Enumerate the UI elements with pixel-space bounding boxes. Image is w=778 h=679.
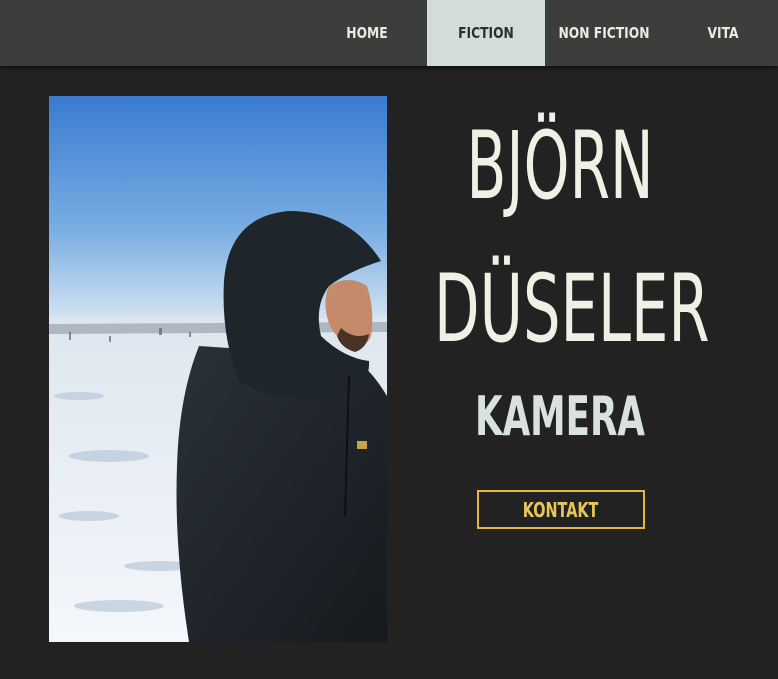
nav-item-home[interactable]: HOME [330,0,404,66]
portrait-photo [49,96,387,642]
nav-item-non-fiction[interactable]: NON FICTION [558,0,650,66]
headline-last-name: DÜSELER [434,255,710,364]
headline-first-name: BJÖRN [466,112,654,221]
contact-button[interactable]: KONTAKT [477,490,645,529]
portrait-illustration [49,96,387,642]
top-navigation-bar: HOME FICTION NON FICTION VITA [0,0,778,66]
contact-button-label: KONTAKT [523,497,599,522]
role-subtitle: KAMERA [474,385,646,448]
nav-item-fiction[interactable]: FICTION [438,0,535,66]
nav-item-vita[interactable]: VITA [688,0,759,66]
